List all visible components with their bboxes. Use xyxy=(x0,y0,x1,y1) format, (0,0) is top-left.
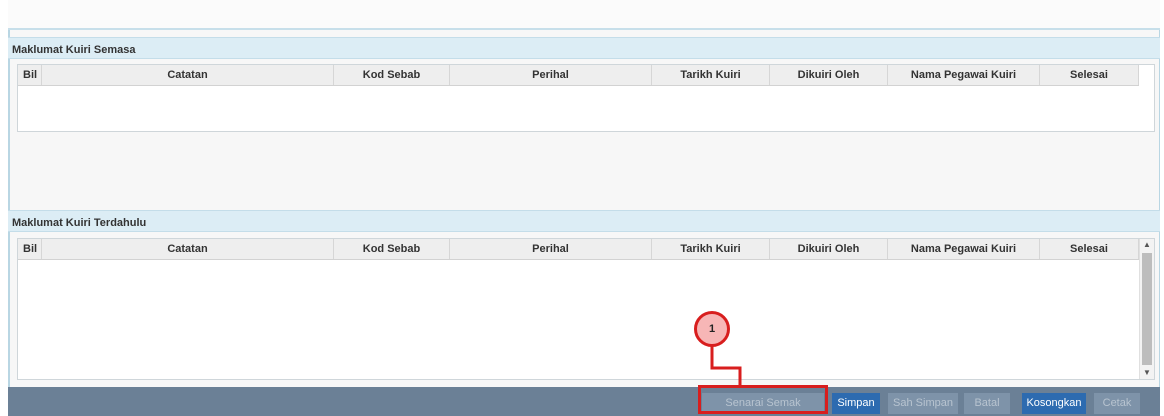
column-header-tarikh-kuiri[interactable]: Tarikh Kuiri xyxy=(652,65,770,85)
column-header-selesai[interactable]: Selesai xyxy=(1040,65,1139,85)
cetak-button[interactable]: Cetak xyxy=(1094,393,1140,414)
scroll-up-icon[interactable]: ▲ xyxy=(1140,239,1154,251)
column-header-dikuiri-oleh[interactable]: Dikuiri Oleh xyxy=(770,65,888,85)
scrollbar-thumb[interactable] xyxy=(1142,253,1152,365)
column-header-bil[interactable]: Bil xyxy=(18,239,42,259)
simpan-button[interactable]: Simpan xyxy=(832,393,880,414)
section-header-previous-query: Maklumat Kuiri Terdahulu xyxy=(8,210,1160,232)
batal-button[interactable]: Batal xyxy=(964,393,1010,414)
column-header-tarikh-kuiri[interactable]: Tarikh Kuiri xyxy=(652,239,770,259)
vertical-scrollbar[interactable]: ▲ ▼ xyxy=(1139,239,1154,379)
callout-highlight-box xyxy=(698,385,828,414)
column-header-kod-sebab[interactable]: Kod Sebab xyxy=(334,239,450,259)
column-header-nama-pegawai-kuiri[interactable]: Nama Pegawai Kuiri xyxy=(888,239,1040,259)
current-query-grid-header: Bil Catatan Kod Sebab Perihal Tarikh Kui… xyxy=(18,65,1139,86)
kosongkan-button[interactable]: Kosongkan xyxy=(1022,393,1086,414)
current-query-grid: Bil Catatan Kod Sebab Perihal Tarikh Kui… xyxy=(17,64,1155,132)
sah-simpan-button[interactable]: Sah Simpan xyxy=(888,393,958,414)
column-header-catatan[interactable]: Catatan xyxy=(42,239,334,259)
column-header-kod-sebab[interactable]: Kod Sebab xyxy=(334,65,450,85)
scroll-down-icon[interactable]: ▼ xyxy=(1140,367,1154,379)
column-header-nama-pegawai-kuiri[interactable]: Nama Pegawai Kuiri xyxy=(888,65,1040,85)
column-header-selesai[interactable]: Selesai xyxy=(1040,239,1139,259)
column-header-dikuiri-oleh[interactable]: Dikuiri Oleh xyxy=(770,239,888,259)
top-panel-strip xyxy=(8,0,1160,30)
column-header-bil[interactable]: Bil xyxy=(18,65,42,85)
callout-number-badge: 1 xyxy=(694,311,730,347)
previous-query-grid: Bil Catatan Kod Sebab Perihal Tarikh Kui… xyxy=(17,238,1155,380)
previous-query-grid-header: Bil Catatan Kod Sebab Perihal Tarikh Kui… xyxy=(18,239,1139,260)
column-header-perihal[interactable]: Perihal xyxy=(450,239,652,259)
column-header-catatan[interactable]: Catatan xyxy=(42,65,334,85)
section-header-current-query: Maklumat Kuiri Semasa xyxy=(8,37,1160,59)
column-header-perihal[interactable]: Perihal xyxy=(450,65,652,85)
